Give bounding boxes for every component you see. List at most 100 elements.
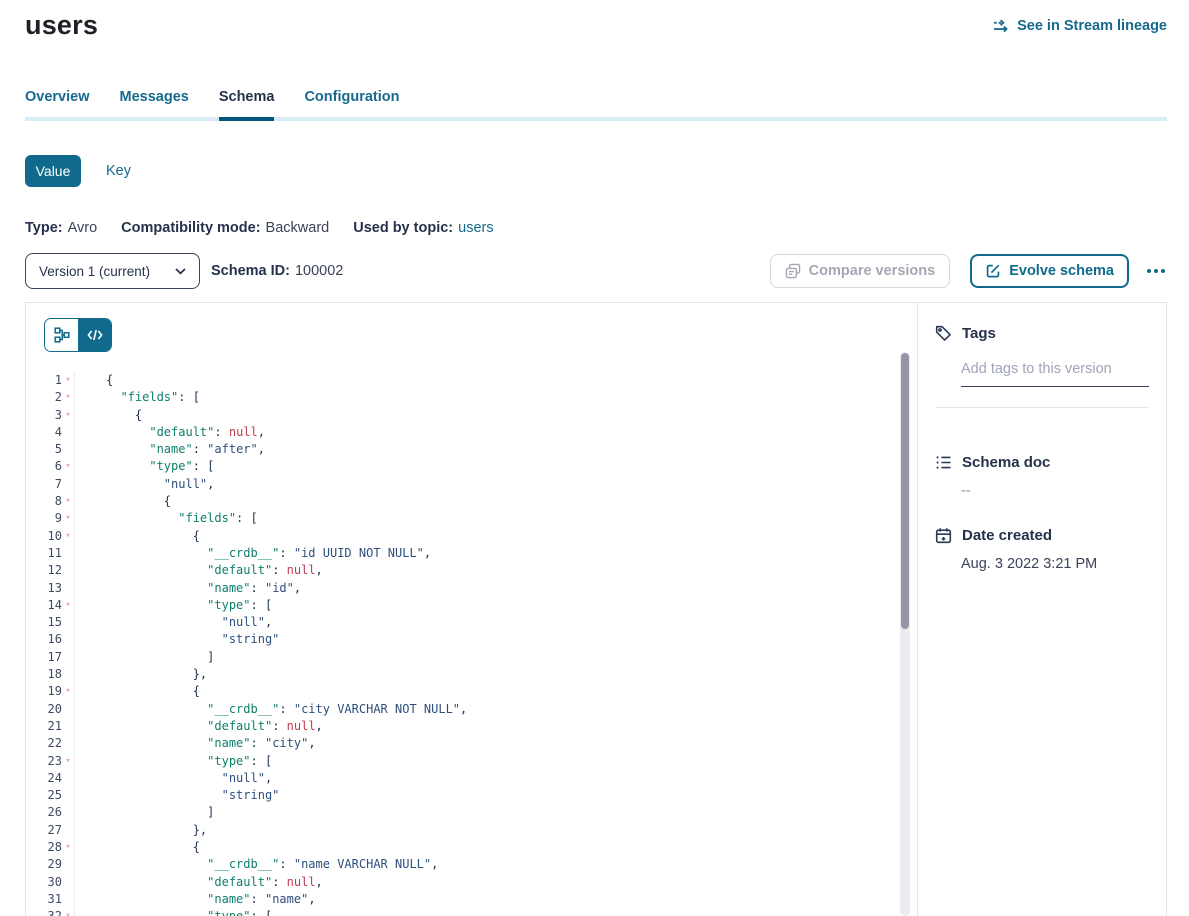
fold-arrow-icon — [62, 580, 74, 597]
evolve-schema-icon — [985, 263, 1001, 279]
code-text: { — [74, 528, 200, 545]
version-select-value: Version 1 (current) — [39, 264, 150, 279]
fold-arrow-icon[interactable]: ▾ — [62, 458, 74, 475]
line-number: 9 — [44, 510, 62, 527]
line-number: 27 — [44, 822, 62, 839]
code-text: "null", — [74, 770, 272, 787]
schema-sidebar: Tags Schema doc -- — [917, 303, 1166, 916]
fold-arrow-icon — [62, 718, 74, 735]
code-text: "type": [ — [74, 458, 214, 475]
line-number: 24 — [44, 770, 62, 787]
fold-arrow-icon — [62, 562, 74, 579]
value-button[interactable]: Value — [25, 155, 81, 187]
fold-arrow-icon — [62, 770, 74, 787]
code-text: "type": [ — [74, 597, 272, 614]
fold-arrow-icon[interactable]: ▾ — [62, 372, 74, 389]
fold-arrow-icon — [62, 787, 74, 804]
code-lines: 1▾{2▾ "fields": [3▾ {4 "default": null,5… — [44, 372, 917, 916]
line-number: 8 — [44, 493, 62, 510]
code-text: }, — [74, 822, 207, 839]
key-button[interactable]: Key — [106, 163, 131, 179]
ellipsis-dot — [1154, 269, 1158, 273]
line-number: 26 — [44, 804, 62, 821]
code-view-icon — [87, 327, 103, 343]
schema-meta-row: Type: Avro Compatibility mode: Backward … — [25, 220, 1167, 236]
code-text: { — [74, 407, 142, 424]
fold-arrow-icon — [62, 424, 74, 441]
fold-arrow-icon[interactable]: ▾ — [62, 407, 74, 424]
fold-arrow-icon[interactable]: ▾ — [62, 908, 74, 916]
fold-arrow-icon[interactable]: ▾ — [62, 839, 74, 856]
code-text: "null", — [74, 614, 272, 631]
code-line: 8▾ { — [44, 493, 917, 510]
fold-arrow-icon — [62, 874, 74, 891]
meta-topic: Used by topic: users — [353, 220, 493, 236]
code-view-button[interactable] — [78, 319, 111, 351]
line-number: 11 — [44, 545, 62, 562]
top-bar: users See in Stream lineage — [25, 0, 1167, 41]
fold-arrow-icon[interactable]: ▾ — [62, 597, 74, 614]
evolve-schema-button[interactable]: Evolve schema — [970, 254, 1129, 288]
line-number: 16 — [44, 631, 62, 648]
code-line: 16 "string" — [44, 631, 917, 648]
code-line: 9▾ "fields": [ — [44, 510, 917, 527]
tab-bar: Overview Messages Schema Configuration — [25, 89, 1167, 121]
code-text: "type": [ — [74, 753, 272, 770]
fold-arrow-icon — [62, 701, 74, 718]
code-line: 22 "name": "city", — [44, 735, 917, 752]
line-number: 3 — [44, 407, 62, 424]
page-title: users — [25, 10, 98, 41]
tags-input[interactable] — [961, 361, 1149, 377]
schema-id-label: Schema ID: — [211, 263, 290, 279]
stream-lineage-link[interactable]: See in Stream lineage — [993, 18, 1167, 34]
code-line: 24 "null", — [44, 770, 917, 787]
tab-messages[interactable]: Messages — [120, 89, 189, 121]
code-line: 13 "name": "id", — [44, 580, 917, 597]
code-line: 6▾ "type": [ — [44, 458, 917, 475]
tab-overview[interactable]: Overview — [25, 89, 90, 121]
code-line: 3▾ { — [44, 407, 917, 424]
compare-versions-button[interactable]: Compare versions — [770, 254, 951, 288]
code-text: "__crdb__": "city VARCHAR NOT NULL", — [74, 701, 467, 718]
fold-arrow-icon[interactable]: ▾ — [62, 753, 74, 770]
fold-arrow-icon[interactable]: ▾ — [62, 493, 74, 510]
code-text: "string" — [74, 631, 279, 648]
line-number: 22 — [44, 735, 62, 752]
code-text: { — [74, 372, 113, 389]
version-select[interactable]: Version 1 (current) — [25, 253, 200, 289]
code-line: 31 "name": "name", — [44, 891, 917, 908]
line-number: 25 — [44, 787, 62, 804]
code-line: 5 "name": "after", — [44, 441, 917, 458]
code-text: ] — [74, 804, 214, 821]
schema-card: 1▾{2▾ "fields": [3▾ {4 "default": null,5… — [25, 302, 1167, 916]
code-line: 10▾ { — [44, 528, 917, 545]
code-line: 32▾ "type": [ — [44, 908, 917, 916]
code-text: { — [74, 493, 171, 510]
editor-scrollbar-track[interactable] — [900, 352, 910, 916]
line-number: 15 — [44, 614, 62, 631]
overflow-menu-button[interactable] — [1145, 263, 1167, 279]
editor-scrollbar-thumb[interactable] — [901, 353, 909, 629]
topic-link[interactable]: users — [458, 220, 493, 236]
tab-schema[interactable]: Schema — [219, 89, 275, 121]
fold-arrow-icon — [62, 822, 74, 839]
ellipsis-dot — [1147, 269, 1151, 273]
fold-arrow-icon[interactable]: ▾ — [62, 510, 74, 527]
code-line: 27 }, — [44, 822, 917, 839]
code-line: 30 "default": null, — [44, 874, 917, 891]
fold-arrow-icon[interactable]: ▾ — [62, 389, 74, 406]
line-number: 7 — [44, 476, 62, 493]
line-number: 17 — [44, 649, 62, 666]
code-line: 7 "null", — [44, 476, 917, 493]
type-label: Type: — [25, 220, 63, 236]
code-line: 25 "string" — [44, 787, 917, 804]
fold-arrow-icon[interactable]: ▾ — [62, 683, 74, 700]
code-text: "default": null, — [74, 874, 323, 891]
line-number: 31 — [44, 891, 62, 908]
fold-arrow-icon[interactable]: ▾ — [62, 528, 74, 545]
fold-arrow-icon — [62, 856, 74, 873]
code-text: }, — [74, 666, 207, 683]
tree-view-button[interactable] — [45, 319, 78, 351]
tab-configuration[interactable]: Configuration — [304, 89, 399, 121]
fold-arrow-icon — [62, 735, 74, 752]
